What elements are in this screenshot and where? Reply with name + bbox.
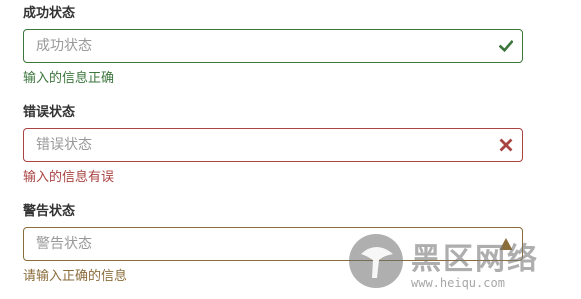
error-input[interactable]: [24, 129, 522, 161]
check-icon: [499, 39, 513, 53]
warning-form-group: 警告状态 请输入正确的信息: [23, 202, 523, 287]
success-field: [23, 29, 523, 63]
success-form-group: 成功状态 输入的信息正确: [23, 4, 523, 89]
warning-field: [23, 227, 523, 261]
success-input[interactable]: [24, 30, 522, 62]
success-label: 成功状态: [23, 6, 76, 21]
warning-icon: [499, 238, 513, 250]
close-icon: [499, 138, 513, 152]
error-label: 错误状态: [23, 105, 76, 120]
error-form-group: 错误状态 输入的信息有误: [23, 103, 523, 188]
error-help-text: 输入的信息有误: [23, 170, 115, 185]
validation-form: 成功状态 输入的信息正确 错误状态 输入的信息有误 警告状态 请输入正确的信息: [0, 0, 581, 299]
warning-label: 警告状态: [23, 204, 76, 219]
success-help-text: 输入的信息正确: [23, 71, 115, 86]
error-field: [23, 128, 523, 162]
warning-input[interactable]: [24, 228, 522, 260]
warning-help-text: 请输入正确的信息: [23, 269, 128, 284]
